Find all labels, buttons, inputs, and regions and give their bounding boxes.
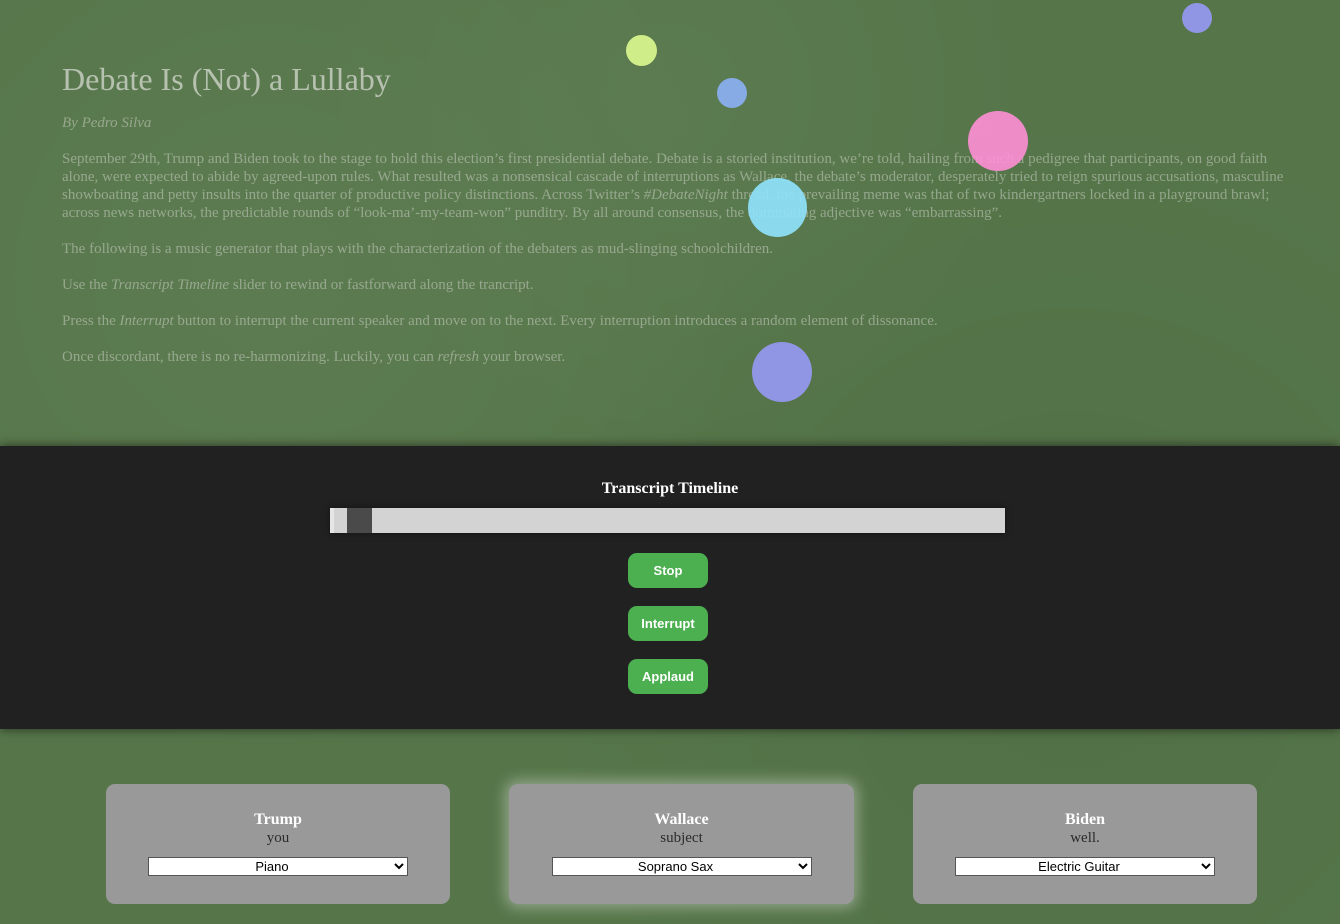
bubble-pink <box>968 111 1028 171</box>
timeline-start-cap <box>330 508 334 533</box>
control-panel: Transcript Timeline Stop Interrupt Appla… <box>0 446 1340 729</box>
interrupt-button[interactable]: Interrupt <box>628 606 708 641</box>
bubble-violet <box>752 342 812 402</box>
byline: By Pedro Silva <box>62 115 152 131</box>
bubble-cyan <box>748 178 807 237</box>
bubble-blue <box>717 78 747 108</box>
page-title: Debate Is (Not) a Lullaby <box>62 61 391 97</box>
intro-section: Debate Is (Not) a Lullaby By Pedro Silva… <box>62 56 1292 384</box>
timeline-slider-thumb[interactable] <box>347 508 372 533</box>
instrument-select-wallace[interactable]: Soprano Sax <box>551 857 812 876</box>
speaker-card-trump: Trump you Piano <box>106 784 450 904</box>
stop-button[interactable]: Stop <box>628 553 708 588</box>
bubble-violet-top <box>1182 3 1212 33</box>
speaker-name: Trump <box>254 811 302 828</box>
intro-paragraph-3: Use the Transcript Timeline slider to re… <box>62 277 534 293</box>
instrument-select-trump[interactable]: Piano <box>148 857 408 876</box>
transcript-timeline-slider[interactable] <box>330 508 1005 533</box>
speaker-card-biden: Biden well. Electric Guitar <box>913 784 1257 904</box>
speaker-current-word: subject <box>660 830 703 846</box>
intro-paragraph-2: The following is a music generator that … <box>62 241 774 257</box>
intro-paragraph-1: September 29th, Trump and Biden took to … <box>62 151 1284 221</box>
instrument-select-biden[interactable]: Electric Guitar <box>955 857 1215 876</box>
speaker-name: Biden <box>1064 811 1105 828</box>
speaker-current-word: you <box>266 830 290 846</box>
speaker-card-wallace: Wallace subject Soprano Sax <box>509 784 854 904</box>
applaud-button[interactable]: Applaud <box>628 659 708 694</box>
intro-paragraph-4: Press the Interrupt button to interrupt … <box>62 313 938 329</box>
bubble-yellow <box>626 35 657 66</box>
speaker-current-word: well. <box>1070 830 1100 846</box>
speaker-name: Wallace <box>654 811 709 828</box>
hashtag-text: #DebateNight <box>643 187 728 203</box>
timeline-title: Transcript Timeline <box>601 480 739 497</box>
intro-paragraph-5: Once discordant, there is no re-harmoniz… <box>62 349 566 365</box>
